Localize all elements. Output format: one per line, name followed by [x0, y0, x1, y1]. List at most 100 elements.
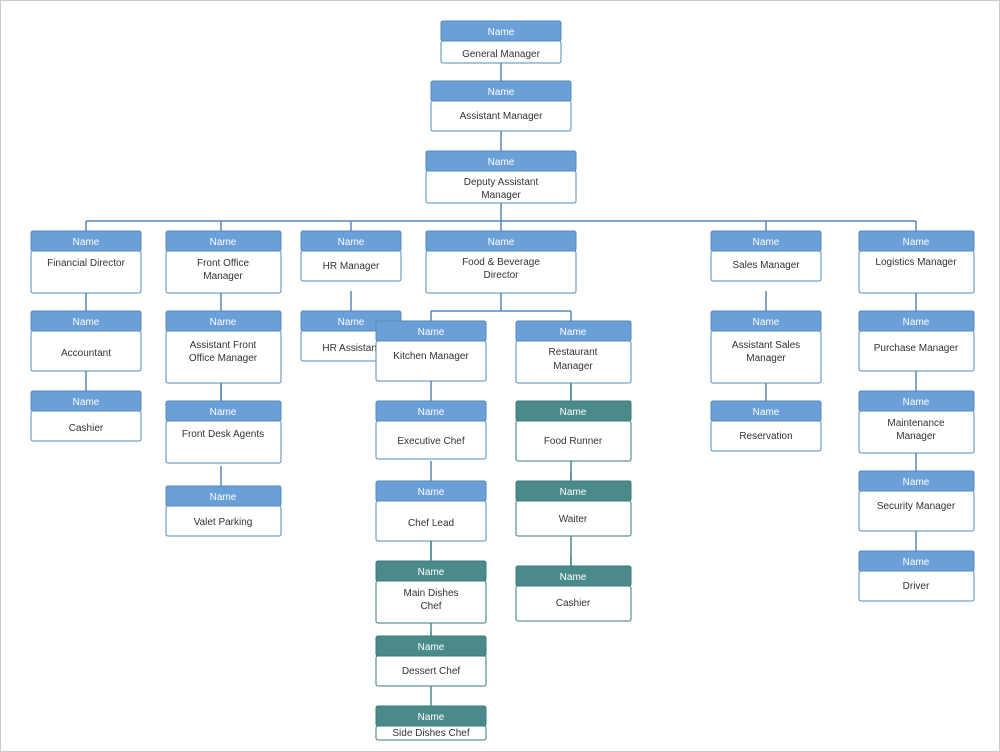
dc-role: Dessert Chef: [402, 666, 461, 677]
res-label: Name: [753, 407, 780, 418]
cashier-fin-role: Cashier: [69, 423, 104, 434]
hra-label: Name: [338, 317, 365, 328]
node-sales-manager: Name Sales Manager: [711, 231, 821, 281]
asm-label: Name: [753, 317, 780, 328]
rm-label: Name: [560, 327, 587, 338]
cashier-fin-label: Name: [73, 397, 100, 408]
mm-role: Maintenance: [887, 418, 945, 429]
res-role: Reservation: [739, 431, 792, 442]
node-side-dishes-chef: Name Side Dishes Chef: [376, 706, 486, 740]
mdc-role: Main Dishes: [403, 588, 458, 599]
node-food-beverage-director: Name Food & Beverage Director: [426, 231, 576, 293]
hra-role: HR Assistant: [322, 343, 379, 354]
pm-label: Name: [903, 317, 930, 328]
secm-role: Security Manager: [877, 501, 956, 512]
rm-role2: Manager: [553, 361, 593, 372]
fr-label: Name: [560, 407, 587, 418]
node-logistics-manager: Name Logistics Manager: [859, 231, 974, 293]
node-purchase-manager: Name Purchase Manager: [859, 311, 974, 371]
fd-label: Name: [73, 237, 100, 248]
node-assistant-manager: Name Assistant Manager: [431, 81, 571, 131]
dam-role2: Manager: [481, 190, 521, 201]
lm-role: Logistics Manager: [875, 257, 957, 268]
dam-role: Deputy Assistant: [464, 177, 539, 188]
node-asst-sales-manager: Name Assistant Sales Manager: [711, 311, 821, 383]
mdc-role2: Chef: [420, 601, 441, 612]
driver-role: Driver: [903, 581, 930, 592]
sdc-role: Side Dishes Chef: [392, 728, 469, 739]
node-main-dishes-chef: Name Main Dishes Chef: [376, 561, 486, 623]
afom-label: Name: [210, 317, 237, 328]
dam-label: Name: [488, 157, 515, 168]
node-deputy-assistant: Name Deputy Assistant Manager: [426, 151, 576, 203]
cl-role: Chef Lead: [408, 518, 454, 529]
fda-role: Front Desk Agents: [182, 429, 264, 440]
node-hr-manager: Name HR Manager: [301, 231, 401, 281]
ec-role: Executive Chef: [397, 436, 464, 447]
node-asst-front-office: Name Assistant Front Office Manager: [166, 311, 281, 383]
node-waiter: Name Waiter: [516, 481, 631, 536]
km-label: Name: [418, 327, 445, 338]
gm-label: Name: [488, 27, 515, 38]
node-financial-director: Name Financial Director: [31, 231, 141, 293]
node-reservation: Name Reservation: [711, 401, 821, 451]
node-driver: Name Driver: [859, 551, 974, 601]
valet-role: Valet Parking: [194, 517, 253, 528]
node-food-runner: Name Food Runner: [516, 401, 631, 461]
node-cashier-restaurant: Name Cashier: [516, 566, 631, 621]
org-chart-svg: Name General Manager Name Assistant Mana…: [11, 11, 991, 741]
hrm-role: HR Manager: [323, 261, 380, 272]
asm-role: Assistant Sales: [732, 340, 800, 351]
fbd-label: Name: [488, 237, 515, 248]
km-role: Kitchen Manager: [393, 351, 469, 362]
node-chef-lead: Name Chef Lead: [376, 481, 486, 541]
am-role: Assistant Manager: [460, 111, 543, 122]
node-restaurant-manager: Name Restaurant Manager: [516, 321, 631, 383]
cl-label: Name: [418, 487, 445, 498]
fom-role: Front Office: [197, 258, 249, 269]
waiter-role: Waiter: [559, 514, 588, 525]
mm-role2: Manager: [896, 431, 936, 442]
acc-label: Name: [73, 317, 100, 328]
sdc-label: Name: [418, 712, 445, 723]
mdc-label: Name: [418, 567, 445, 578]
fr-role: Food Runner: [544, 436, 603, 447]
node-executive-chef: Name Executive Chef: [376, 401, 486, 459]
valet-label: Name: [210, 492, 237, 503]
ec-label: Name: [418, 407, 445, 418]
hrm-label: Name: [338, 237, 365, 248]
node-valet-parking: Name Valet Parking: [166, 486, 281, 536]
am-label: Name: [488, 87, 515, 98]
node-general-manager: Name General Manager: [441, 21, 561, 63]
gm-role: General Manager: [462, 49, 540, 60]
acc-role: Accountant: [61, 348, 111, 359]
afom-role: Assistant Front: [190, 340, 257, 351]
node-security-manager: Name Security Manager: [859, 471, 974, 531]
fom-label: Name: [210, 237, 237, 248]
sm-role: Sales Manager: [732, 260, 800, 271]
node-maintenance-manager: Name Maintenance Manager: [859, 391, 974, 453]
node-cashier-financial: Name Cashier: [31, 391, 141, 441]
fd-role: Financial Director: [47, 258, 125, 269]
fbd-role: Food & Beverage: [462, 257, 540, 268]
fom-role2: Manager: [203, 271, 243, 282]
pm-role: Purchase Manager: [874, 343, 959, 354]
node-accountant: Name Accountant: [31, 311, 141, 371]
afom-role2: Office Manager: [189, 353, 258, 364]
secm-label: Name: [903, 477, 930, 488]
cashier-rest-role: Cashier: [556, 598, 591, 609]
driver-label: Name: [903, 557, 930, 568]
asm-role2: Manager: [746, 353, 786, 364]
sm-label: Name: [753, 237, 780, 248]
node-front-office-manager: Name Front Office Manager: [166, 231, 281, 293]
rm-role: Restaurant: [549, 347, 598, 358]
fbd-role2: Director: [483, 270, 519, 281]
dc-label: Name: [418, 642, 445, 653]
node-front-desk-agents: Name Front Desk Agents: [166, 401, 281, 463]
cashier-rest-label: Name: [560, 572, 587, 583]
node-dessert-chef: Name Dessert Chef: [376, 636, 486, 686]
waiter-label: Name: [560, 487, 587, 498]
org-chart-container: Name General Manager Name Assistant Mana…: [0, 0, 1000, 752]
lm-label: Name: [903, 237, 930, 248]
mm-label: Name: [903, 397, 930, 408]
